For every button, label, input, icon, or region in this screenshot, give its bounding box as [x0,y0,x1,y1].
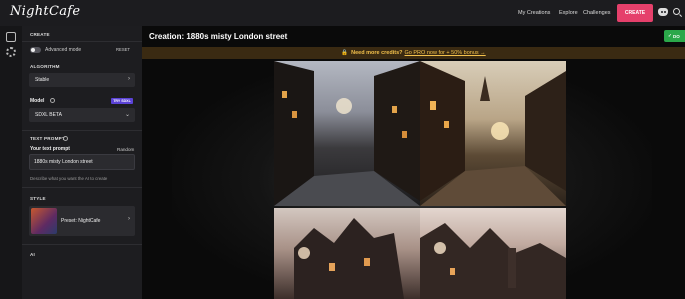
divider [22,187,142,188]
ai-label: AI [30,252,35,257]
style-label: STYLE [30,196,46,201]
nav-my-creations[interactable]: My Creations [518,0,550,26]
section-create: CREATE [30,32,50,37]
generated-image-2[interactable] [420,61,566,206]
discord-icon[interactable] [658,8,668,16]
app-logo[interactable]: NightCafe [10,4,80,19]
nav-challenges[interactable]: Challenges [583,0,611,26]
algorithm-select[interactable]: Stable › [29,73,135,87]
your-prompt-label: Your text prompt [30,146,70,152]
main-panel: Creation: 1880s misty London street ✓ DO… [142,26,685,299]
prompt-value: 1880s misty London street [34,159,93,165]
chevron-right-icon: › [128,76,130,82]
try-sdxl-badge[interactable]: TRY SDXL [111,98,133,104]
credits-icon: 🔒 [341,50,349,56]
chevron-right-icon: › [128,216,130,222]
random-button[interactable]: Random [117,147,134,152]
divider [22,41,142,42]
style-thumbnail [31,208,57,234]
style-value: Preset: NightCafe [61,218,101,224]
search-icon[interactable] [673,8,680,15]
create-button[interactable]: CREATE [617,4,653,22]
left-rail [0,26,22,299]
go-pro-link[interactable]: Go PRO now for + 50% bonus → [405,50,486,56]
divider [22,130,142,131]
prompt-hint: Describe what you want the AI to create [30,176,108,181]
model-select[interactable]: SDXL BETA ⌄ [29,108,135,122]
promo-banner: 🔒 Need more credits? Go PRO now for + 50… [142,47,685,59]
settings-icon[interactable] [6,47,16,57]
divider [22,244,142,245]
model-label: Model [30,98,45,104]
generated-image-4[interactable] [420,208,566,299]
style-preset-card[interactable]: Preset: NightCafe › [29,206,135,236]
generated-image-3[interactable] [274,208,420,299]
algorithm-value: Stable [35,77,50,83]
top-bar: NightCafe My Creations Explore Challenge… [0,0,685,26]
page-title: Creation: 1880s misty London street [149,32,288,41]
create-icon[interactable] [6,32,16,42]
banner-bold: Need more credits? [351,50,403,56]
model-value: SDXL BETA [35,112,62,118]
text-prompt-label: TEXT PROMPT [30,136,65,141]
nav-explore[interactable]: Explore [559,0,578,26]
generated-image-1[interactable] [274,61,420,206]
text-prompt-input[interactable]: 1880s misty London street [29,154,135,170]
create-sidebar: CREATE Advanced mode RESET ALGORITHM Sta… [22,26,142,299]
done-button[interactable]: ✓ DO [664,30,685,42]
help-icon[interactable] [50,98,55,103]
help-icon[interactable] [63,136,68,141]
advanced-mode-label: Advanced mode [45,47,82,53]
reset-button[interactable]: RESET [116,47,130,52]
algorithm-label: ALGORITHM [30,64,60,69]
chevron-down-icon: ⌄ [124,112,130,118]
advanced-mode-toggle[interactable] [30,47,41,53]
